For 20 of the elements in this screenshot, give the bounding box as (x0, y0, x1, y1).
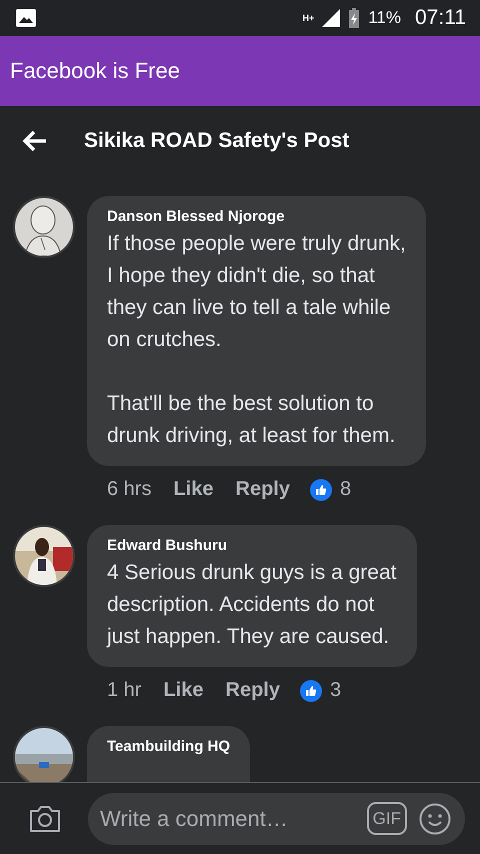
page-title: Sikika ROAD Safety's Post (84, 129, 350, 153)
reply-link[interactable]: Reply (236, 478, 290, 501)
comment-author[interactable]: Danson Blessed Njoroge (107, 208, 406, 225)
comment-time: 1 hr (107, 679, 142, 702)
battery-level: 11% (368, 8, 401, 28)
like-link[interactable]: Like (163, 679, 204, 702)
banner-title: Facebook is Free (10, 58, 180, 84)
clock: 07:11 (415, 6, 466, 30)
reaction-count: 8 (340, 478, 352, 501)
reaction-count: 3 (330, 679, 342, 702)
comment-author[interactable]: Teambuilding HQ (107, 738, 230, 755)
comment-text: If those people were truly drunk, I hope they didn't die, so that they can live to tell a tale while on crutches. That'll be the best solution to drunk driving, at least for them. (107, 231, 406, 449)
comment-author[interactable]: Edward Bushuru (107, 537, 396, 554)
gif-button[interactable]: GIF (366, 802, 407, 835)
network-type: H+ (302, 13, 314, 23)
comment-input[interactable]: Write a comment… GIF (88, 792, 465, 844)
comment-text: 4 Serious drunk guys is a great description. Accidents do not just happen. They are caused. (107, 560, 396, 650)
comment-time: 6 hrs (107, 478, 152, 501)
like-link[interactable]: Like (173, 478, 214, 501)
reply-link[interactable]: Reply (226, 679, 280, 702)
